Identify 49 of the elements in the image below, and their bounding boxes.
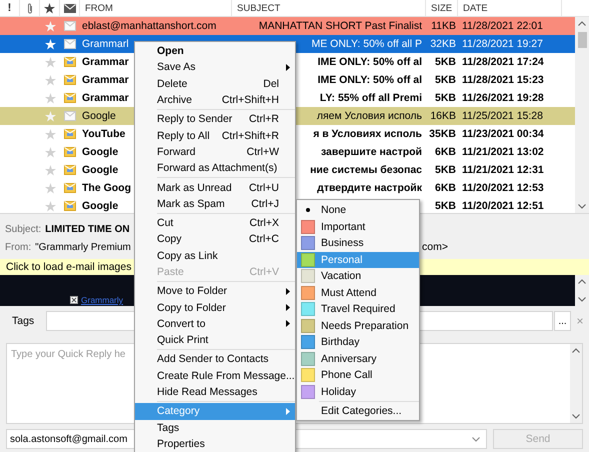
size-text: 5KB bbox=[434, 164, 456, 176]
subject-text: завершите настрой bbox=[320, 146, 422, 158]
subject-text: ME ONLY: 50% off all P bbox=[312, 38, 422, 50]
size-text: 5KB bbox=[434, 74, 456, 86]
sender-name: Grammar bbox=[82, 74, 129, 86]
date-text: 11/21/2021 12:31 bbox=[462, 164, 544, 176]
date-text: 11/28/2021 17:24 bbox=[462, 56, 544, 68]
date-text: 11/23/2021 00:34 bbox=[462, 128, 544, 140]
subject-text: IME ONLY: 50% off al bbox=[318, 74, 422, 86]
sender-name: Google bbox=[82, 146, 118, 158]
date-text: 11/26/2021 19:28 bbox=[462, 92, 544, 104]
subject-text: дтвердите настройк bbox=[317, 182, 422, 194]
sender-name: Grammarl bbox=[82, 38, 129, 50]
subject-text: ние системы безопас bbox=[310, 164, 422, 176]
sender-name: Grammar bbox=[82, 56, 129, 68]
sender-name: YouTube bbox=[82, 128, 126, 140]
subject-text: я в Условиях исполь bbox=[313, 128, 422, 140]
size-text: 5KB bbox=[434, 92, 456, 104]
from-value: "Grammarly Premium bbox=[35, 242, 131, 252]
size-text: 5KB bbox=[434, 56, 456, 68]
sender-name: eblast@manhattanshort.com bbox=[82, 20, 216, 32]
subject-label: Subject: bbox=[5, 224, 42, 234]
date-text: 11/20/2021 12:51 bbox=[462, 200, 544, 212]
subject-text: IME ONLY: 50% off al bbox=[318, 56, 422, 68]
subject-text: LY: 55% off all Premi bbox=[320, 92, 422, 104]
sender-name: Grammar bbox=[82, 92, 129, 104]
date-text: 11/20/2021 12:53 bbox=[462, 182, 544, 194]
date-text: 11/28/2021 15:23 bbox=[462, 74, 544, 86]
size-text: 35KB bbox=[429, 128, 456, 140]
sender-name: Google bbox=[82, 200, 118, 212]
subject-text: MANHATTAN SHORT Past Finalist bbox=[258, 20, 422, 32]
sender-name: The Goog bbox=[82, 182, 131, 194]
size-text: 6KB bbox=[434, 182, 456, 194]
size-text: 11KB bbox=[431, 20, 456, 32]
tags-label: Tags bbox=[11, 315, 36, 327]
sender-name: Google bbox=[82, 164, 118, 176]
date-text: 11/21/2021 13:02 bbox=[462, 146, 544, 158]
size-text: 6KB bbox=[434, 146, 456, 158]
date-text: 11/28/2021 19:27 bbox=[462, 38, 543, 50]
from-label: From: bbox=[5, 242, 32, 252]
from-value: com> bbox=[422, 241, 448, 253]
sender-name: Google bbox=[82, 110, 116, 122]
subject-value: LIMITED TIME ON bbox=[45, 224, 130, 234]
size-text: 32KB bbox=[430, 38, 456, 50]
size-text: 5KB bbox=[434, 200, 456, 212]
subject-text: ляем Условия исполь bbox=[316, 110, 422, 122]
size-text: 16KB bbox=[430, 110, 456, 122]
date-text: 11/25/2021 15:28 bbox=[462, 110, 543, 122]
date-text: 11/28/2021 22:01 bbox=[462, 20, 543, 32]
